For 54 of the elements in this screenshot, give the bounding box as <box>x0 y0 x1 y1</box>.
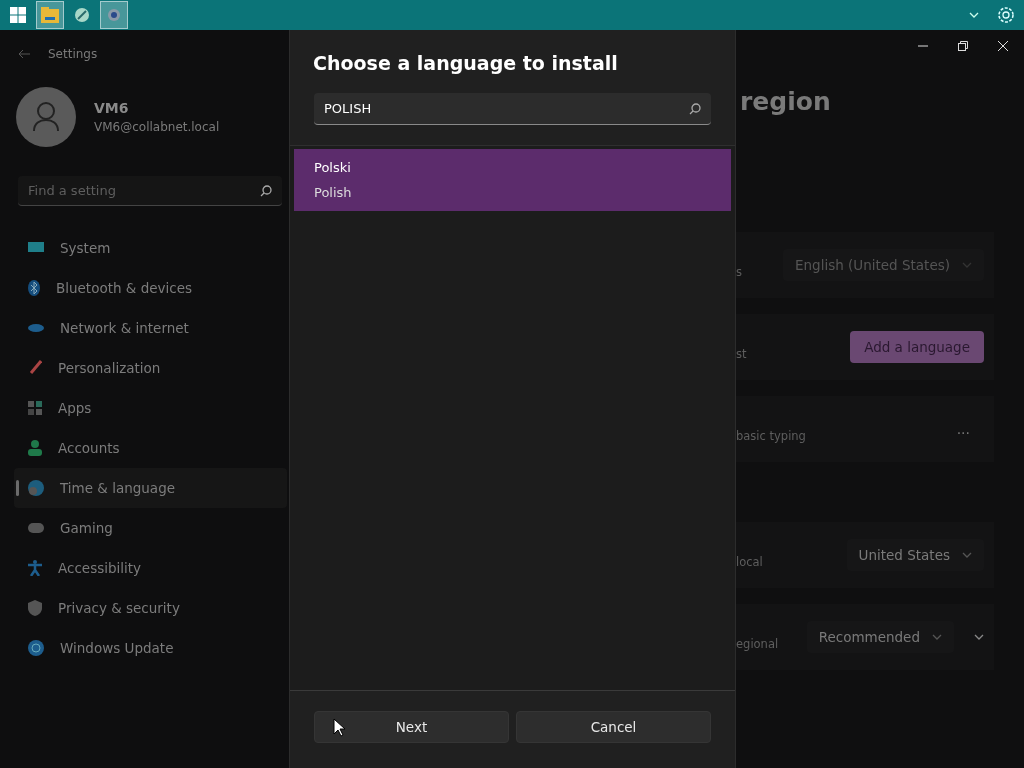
settings-icon[interactable] <box>997 6 1015 24</box>
restore-icon[interactable] <box>958 41 968 51</box>
setting-label: s <box>736 265 742 279</box>
sidebar-item[interactable]: Accounts <box>14 428 287 468</box>
chevron-down-icon <box>932 634 942 640</box>
sidebar-item[interactable]: Apps <box>14 388 287 428</box>
page-title: region <box>739 86 832 118</box>
chevron-down-icon <box>969 12 979 18</box>
sidebar-item[interactable]: Privacy & security <box>14 588 287 628</box>
sidebar-item[interactable]: System <box>14 228 287 268</box>
user-email: VM6@collabnet.local <box>94 120 220 134</box>
sidebar-item[interactable]: Personalization <box>14 348 287 388</box>
folder-icon <box>41 7 59 23</box>
cursor-icon <box>333 718 345 737</box>
update-icon <box>28 640 44 656</box>
brush-icon <box>28 360 42 376</box>
gamepad-icon <box>28 523 44 533</box>
language-item[interactable]: Polski Polish <box>294 149 731 211</box>
setting-label: egional <box>736 637 779 651</box>
sidebar-item[interactable]: Gaming <box>14 508 287 548</box>
search-field[interactable]: POLISH <box>314 93 711 125</box>
expand-icon <box>974 634 984 640</box>
wifi-icon <box>28 324 44 332</box>
globe-icon <box>28 480 44 496</box>
sidebar-item[interactable]: Network & internet <box>14 308 287 348</box>
dialog-title: Choose a language to install <box>312 51 619 74</box>
person-icon <box>28 440 42 456</box>
next-button[interactable]: Next <box>314 711 509 743</box>
taskbar-app[interactable] <box>36 1 64 29</box>
close-icon[interactable] <box>998 41 1008 51</box>
setting-label: basic typing <box>736 429 806 443</box>
apps-icon <box>28 401 42 415</box>
monitor-icon <box>28 242 44 254</box>
taskbar-app[interactable] <box>100 1 128 29</box>
window-title: Settings <box>48 47 98 61</box>
sidebar-item[interactable]: Bluetooth & devices <box>14 268 287 308</box>
setting-label: local <box>736 555 763 569</box>
avatar <box>16 87 76 147</box>
sidebar-item[interactable]: Windows Update <box>14 628 287 668</box>
shield-icon <box>28 600 42 616</box>
more-options[interactable]: ... <box>956 421 970 437</box>
sidebar-item[interactable]: Time & language <box>14 468 287 508</box>
search-icon <box>260 184 272 197</box>
user-name: VM6 <box>94 100 130 116</box>
sidebar-item[interactable]: Accessibility <box>14 548 287 588</box>
cancel-button[interactable]: Cancel <box>516 711 711 743</box>
setting-label: st <box>736 347 747 361</box>
back-arrow-icon[interactable] <box>18 49 30 59</box>
chevron-down-icon <box>962 262 972 268</box>
bluetooth-icon <box>28 280 40 296</box>
chevron-down-icon <box>962 552 972 558</box>
accessibility-icon <box>28 560 42 576</box>
search-field[interactable]: Find a setting <box>18 176 282 206</box>
search-icon <box>689 102 701 115</box>
